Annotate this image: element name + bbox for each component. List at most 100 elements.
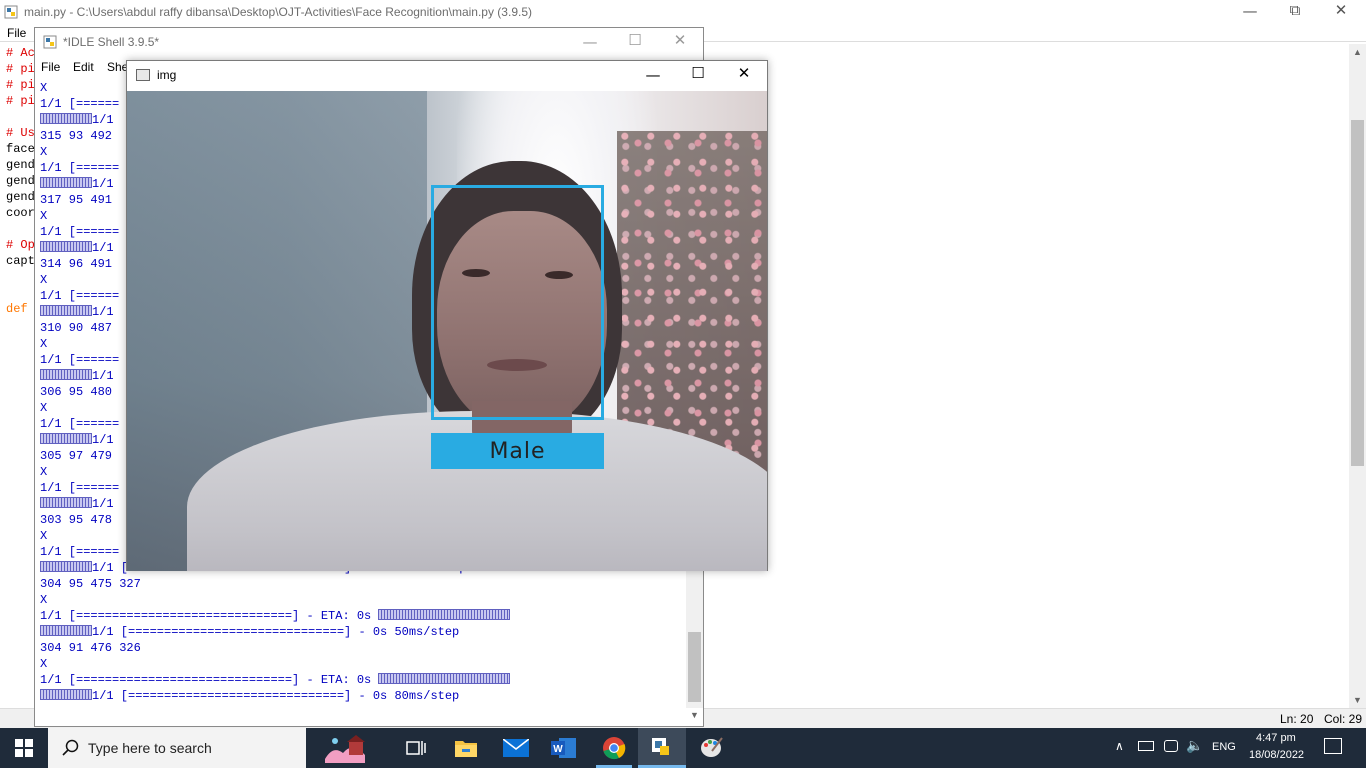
menu-file[interactable]: File	[41, 60, 60, 74]
search-box[interactable]: Type here to search	[48, 728, 306, 768]
shell-line: 1/1 [==============================] - E…	[40, 672, 680, 688]
squeezed-text-button[interactable]	[378, 673, 511, 685]
squeezed-text-button[interactable]	[40, 433, 92, 445]
minimize-icon[interactable]: —	[630, 66, 676, 84]
tray-overflow-icon[interactable]: ∧	[1115, 739, 1124, 753]
squeezed-text-button[interactable]	[40, 305, 92, 317]
start-button[interactable]	[0, 728, 48, 768]
shell-line: X	[40, 656, 680, 672]
squeezed-text-button[interactable]	[40, 625, 92, 637]
python-idle-icon[interactable]	[638, 728, 686, 768]
python-shell-icon	[43, 35, 57, 49]
shell-line: 304 91 476 326	[40, 640, 680, 656]
close-icon[interactable]: ✕	[1318, 1, 1364, 19]
shell-line: 1/1 [==============================] - E…	[40, 608, 680, 624]
shell-line-text: 1/1 [==============================] - 0…	[92, 689, 460, 703]
status-line: Ln: 20	[1280, 712, 1314, 726]
shell-line-text: 1/1 [======	[40, 353, 120, 367]
scroll-thumb[interactable]	[1351, 120, 1364, 466]
shell-line-text: 1/1	[92, 433, 114, 447]
weather-widget-icon[interactable]	[314, 728, 374, 768]
shell-line-text: 310 90 487	[40, 321, 113, 335]
chrome-icon[interactable]	[590, 728, 638, 768]
volume-icon[interactable]: 🔈	[1186, 737, 1203, 754]
shell-scrollbar[interactable]	[686, 568, 703, 708]
editor-scrollbar[interactable]: ▲ ▼	[1349, 44, 1366, 708]
scroll-thumb[interactable]	[688, 632, 701, 702]
shell-line-text: 1/1	[92, 113, 114, 127]
scroll-down-icon[interactable]: ▼	[1353, 695, 1362, 705]
language-indicator[interactable]: ENG	[1212, 741, 1236, 753]
minimize-icon[interactable]: —	[1227, 2, 1273, 20]
maximize-icon[interactable]: ☐	[612, 31, 658, 49]
shell-line-text: 1/1 [======	[40, 161, 120, 175]
code-line: gend	[6, 190, 35, 204]
task-view-icon[interactable]	[392, 728, 440, 768]
shell-line-text: 306 95 480	[40, 385, 113, 399]
gender-label: Male	[489, 438, 546, 464]
word-icon[interactable]: W	[540, 728, 588, 768]
shell-line-text: 1/1	[92, 241, 114, 255]
shell-line-text: X	[40, 337, 48, 351]
squeezed-text-button[interactable]	[40, 497, 92, 509]
squeezed-text-button[interactable]	[40, 241, 92, 253]
paint-icon[interactable]	[688, 728, 736, 768]
shell-line-text: 317 95 491	[40, 193, 113, 207]
code-line: capt	[6, 254, 35, 268]
code-line: # Us	[6, 126, 35, 140]
shell-line-text: 1/1 [======	[40, 545, 120, 559]
shell-line-text: 1/1 [======	[40, 481, 120, 495]
img-title: img	[157, 68, 177, 82]
battery-icon[interactable]	[1138, 741, 1154, 751]
code-line: face	[6, 142, 35, 156]
squeezed-text-button[interactable]	[40, 369, 92, 381]
shell-line-text: 1/1 [======	[40, 417, 120, 431]
notification-icon[interactable]	[1324, 738, 1342, 754]
scroll-down-icon[interactable]: ▼	[690, 710, 699, 720]
file-explorer-icon[interactable]	[442, 728, 490, 768]
squeezed-text-button[interactable]	[40, 113, 92, 125]
shell-line-text: 303 95 478	[40, 513, 113, 527]
editor-code-area[interactable]: # Ac # pi # pi # pi # Us face gend gend gend coor…	[6, 45, 36, 705]
code-line: # pi	[6, 62, 35, 76]
close-icon[interactable]: ✕	[657, 31, 703, 49]
scroll-up-icon[interactable]: ▲	[1353, 47, 1362, 57]
squeezed-text-button[interactable]	[378, 609, 511, 621]
squeezed-text-button[interactable]	[40, 561, 92, 573]
shell-line-text: X	[40, 209, 48, 223]
close-icon[interactable]: ✕	[721, 64, 767, 82]
mail-icon[interactable]	[492, 728, 540, 768]
shell-line-text: 1/1	[92, 177, 114, 191]
clock-time[interactable]: 4:47 pm	[1256, 732, 1296, 744]
menu-edit[interactable]: Edit	[73, 60, 94, 74]
window-app-icon	[136, 69, 150, 81]
squeezed-text-button[interactable]	[40, 689, 92, 701]
editor-title: main.py - C:\Users\abdul raffy dibansa\D…	[24, 5, 532, 19]
maximize-icon[interactable]: ☐	[675, 64, 721, 82]
clock-date[interactable]: 18/08/2022	[1249, 749, 1304, 761]
shell-line-text: 304 95 475 327	[40, 577, 141, 591]
squeezed-text-button[interactable]	[40, 177, 92, 189]
camera-icon[interactable]	[1164, 740, 1178, 752]
shell-line-text: 1/1 [==============================] - E…	[40, 609, 379, 623]
face-detection-box	[431, 185, 604, 420]
shell-line-text: X	[40, 273, 48, 287]
shell-line: 304 95 475 327	[40, 576, 680, 592]
shell-line-text: X	[40, 529, 48, 543]
menu-file[interactable]: File	[7, 26, 26, 40]
shell-line-text: 1/1 [======	[40, 97, 120, 111]
shell-line: X	[40, 592, 680, 608]
code-line: coor	[6, 206, 35, 220]
svg-text:W: W	[553, 744, 563, 755]
code-line: gend	[6, 174, 35, 188]
restore-icon[interactable]: ⧉	[1272, 1, 1318, 19]
img-titlebar: img — ☐ ✕	[127, 61, 767, 91]
code-line: # Ac	[6, 46, 35, 60]
code-line: # Op	[6, 238, 35, 252]
status-col: Col: 29	[1324, 712, 1363, 726]
minimize-icon[interactable]: —	[567, 33, 613, 51]
shell-line-text: 1/1 [======	[40, 289, 120, 303]
